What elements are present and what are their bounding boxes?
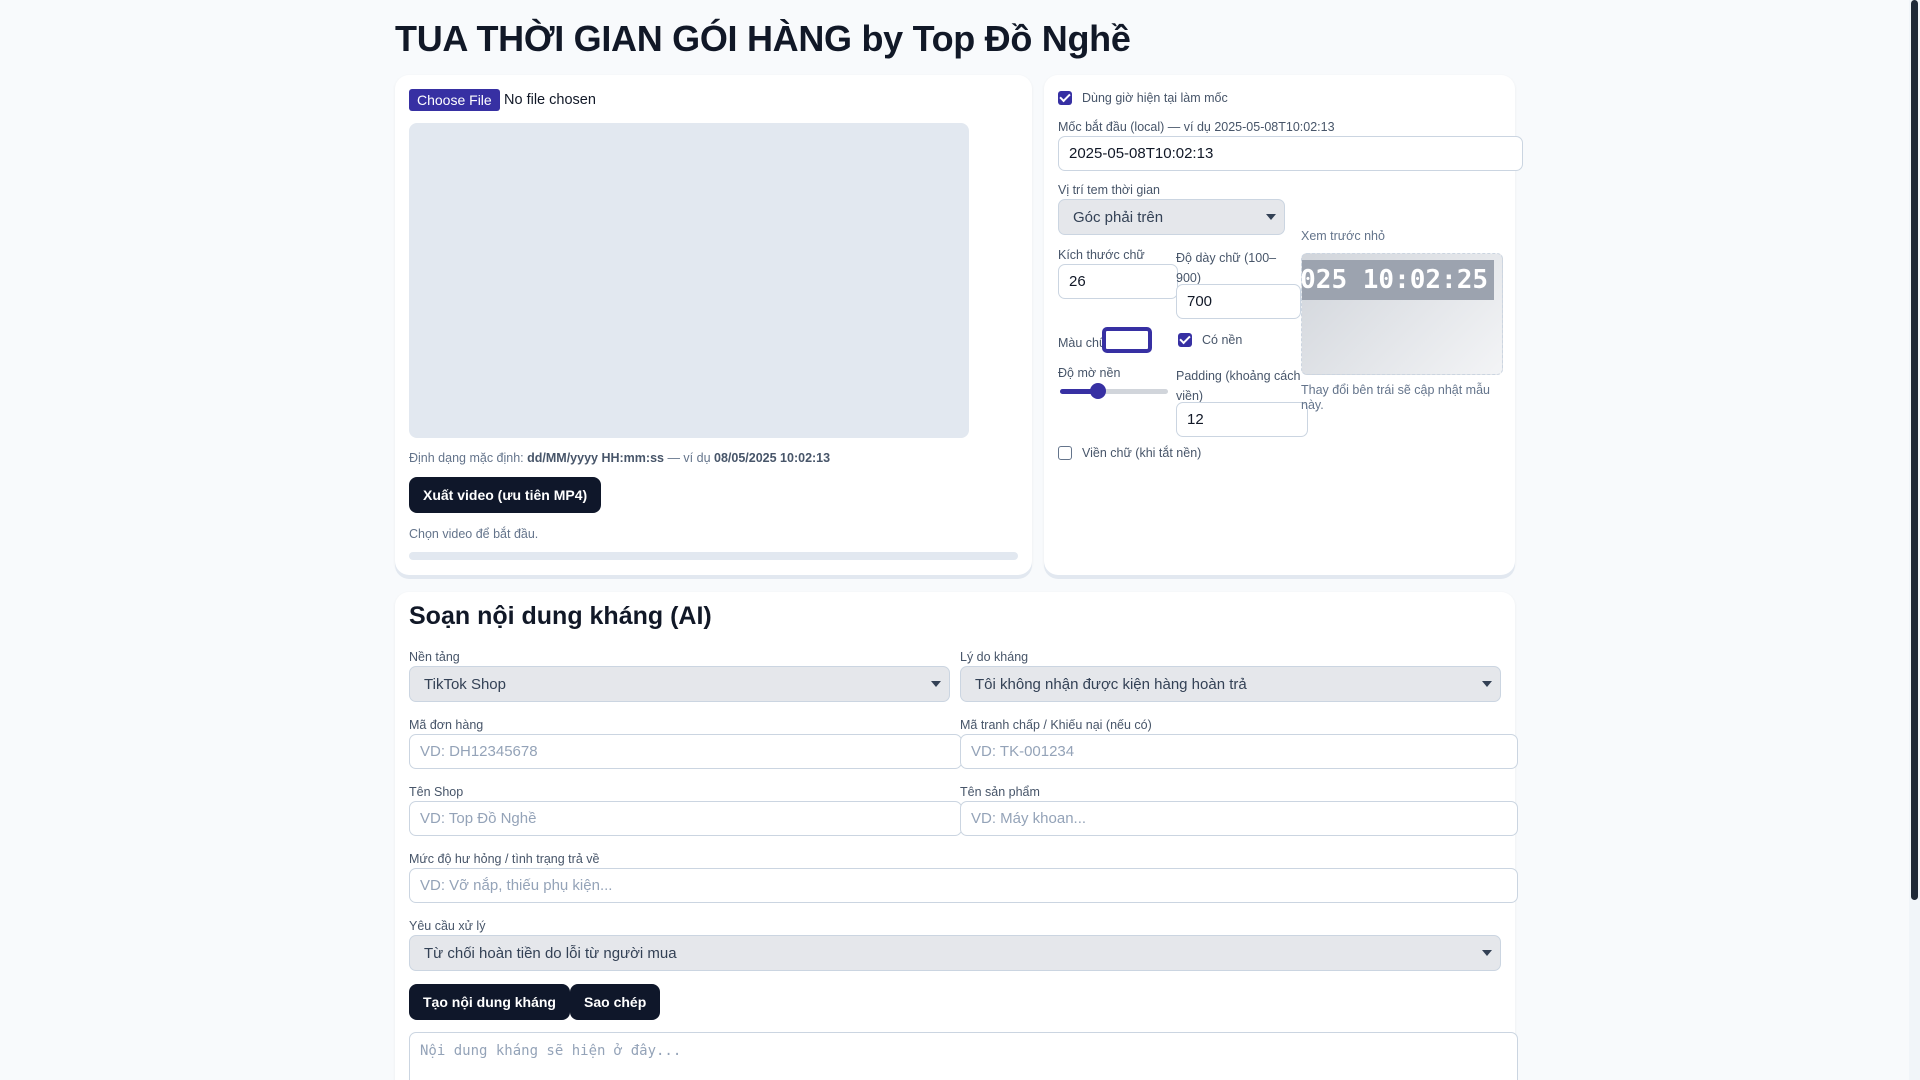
file-status: No file chosen — [504, 92, 596, 108]
video-card: Choose File No file chosen Định dạng mặc… — [395, 75, 1032, 575]
use-current-time-label: Dùng giờ hiện tại làm mốc — [1082, 91, 1228, 105]
preview-text: 025 10:02:25 — [1301, 265, 1488, 295]
order-id-label: Mã đơn hàng — [409, 718, 484, 732]
product-name-label: Tên sản phẩm — [960, 785, 1040, 799]
video-preview — [409, 123, 969, 438]
format-value: dd/MM/yyyy HH:mm:ss — [527, 451, 664, 465]
platform-label: Nền tảng — [409, 650, 460, 664]
slider-handle[interactable] — [1089, 383, 1106, 399]
dispute-id-label: Mã tranh chấp / Khiếu nại (nếu có) — [960, 718, 1152, 732]
position-label: Vị trí tem thời gian — [1058, 183, 1160, 197]
position-value: Góc phải trên — [1073, 208, 1164, 226]
request-value: Từ chối hoàn tiền do lỗi từ người mua — [424, 944, 677, 962]
has-background-checkbox[interactable] — [1178, 333, 1192, 347]
has-background-label: Có nền — [1202, 333, 1243, 347]
chevron-down-icon — [1482, 681, 1492, 687]
text-color-picker[interactable] — [1102, 327, 1152, 353]
chevron-down-icon — [1482, 950, 1492, 956]
padding-label: Padding (khoảng cách viền) — [1176, 369, 1301, 403]
font-weight-input[interactable] — [1176, 284, 1301, 319]
preview-stamp: 025 10:02:25 — [1301, 260, 1494, 300]
font-size-input[interactable] — [1058, 264, 1178, 299]
use-current-time-checkbox[interactable] — [1058, 91, 1072, 105]
format-prefix: Định dạng mặc định: — [409, 451, 528, 465]
bg-opacity-slider[interactable] — [1060, 383, 1168, 399]
scrollbar-thumb[interactable] — [1911, 0, 1918, 900]
shop-name-label: Tên Shop — [409, 785, 464, 799]
damage-input[interactable] — [409, 868, 1518, 903]
order-id-input[interactable] — [409, 734, 962, 769]
request-select[interactable]: Từ chối hoàn tiền do lỗi từ người mua — [409, 935, 1501, 971]
position-select[interactable]: Góc phải trên — [1058, 199, 1285, 235]
text-stroke-label: Viền chữ (khi tắt nền) — [1082, 446, 1202, 460]
font-weight-label: Độ dày chữ (100–900) — [1176, 251, 1277, 285]
chevron-down-icon — [1266, 214, 1276, 220]
export-video-button[interactable]: Xuất video (ưu tiên MP4) — [409, 477, 602, 513]
video-status: Chọn video để bắt đầu. — [409, 527, 539, 541]
reason-value: Tôi không nhận được kiện hàng hoàn trả — [975, 675, 1247, 693]
start-time-input[interactable] — [1058, 136, 1523, 171]
choose-file-button[interactable]: Choose File — [409, 89, 500, 111]
chevron-down-icon — [931, 681, 941, 687]
format-example: 08/05/2025 10:02:13 — [714, 451, 831, 465]
platform-select[interactable]: TikTok Shop — [409, 666, 950, 702]
preview-label: Xem trước nhỏ — [1301, 229, 1385, 243]
page-scrollbar[interactable] — [1909, 0, 1920, 1080]
format-hint: Định dạng mặc định: dd/MM/yyyy HH:mm:ss … — [409, 451, 830, 465]
start-time-label: Mốc bắt đầu (local) — ví dụ 2025-05-08T1… — [1058, 120, 1335, 134]
format-mid: — ví dụ — [663, 451, 715, 465]
page-title: TUA THỜI GIAN GÓI HÀNG by Top Đồ Nghề — [395, 18, 1131, 59]
copy-button[interactable]: Sao chép — [570, 984, 661, 1020]
timestamp-preview: 025 10:02:25 — [1301, 253, 1503, 375]
padding-input[interactable] — [1176, 402, 1308, 437]
preview-hint: Thay đổi bên trái sẽ cập nhật mẫu này. — [1301, 383, 1491, 412]
font-size-label: Kích thước chữ — [1058, 248, 1145, 262]
dispute-id-input[interactable] — [960, 734, 1518, 769]
damage-label: Mức độ hư hỏng / tình trạng trả về — [409, 852, 600, 866]
complaint-card: Soạn nội dung kháng (AI) Nền tảng TikTok… — [395, 592, 1518, 1080]
request-label: Yêu cầu xử lý — [409, 919, 486, 933]
text-color-label: Màu chữ — [1058, 336, 1108, 350]
product-name-input[interactable] — [960, 801, 1518, 836]
generate-complaint-button[interactable]: Tạo nội dung kháng — [409, 984, 570, 1020]
platform-value: TikTok Shop — [424, 675, 506, 693]
settings-card: Dùng giờ hiện tại làm mốc Mốc bắt đầu (l… — [1044, 75, 1523, 575]
shop-name-input[interactable] — [409, 801, 962, 836]
reason-label: Lý do kháng — [960, 650, 1029, 664]
complaint-output[interactable] — [409, 1032, 1518, 1080]
complaint-heading: Soạn nội dung kháng (AI) — [409, 602, 712, 630]
reason-select[interactable]: Tôi không nhận được kiện hàng hoàn trả — [960, 666, 1501, 702]
export-progress-bar — [409, 552, 1018, 560]
bg-opacity-label: Độ mờ nền — [1058, 366, 1121, 380]
text-stroke-checkbox[interactable] — [1058, 446, 1072, 460]
